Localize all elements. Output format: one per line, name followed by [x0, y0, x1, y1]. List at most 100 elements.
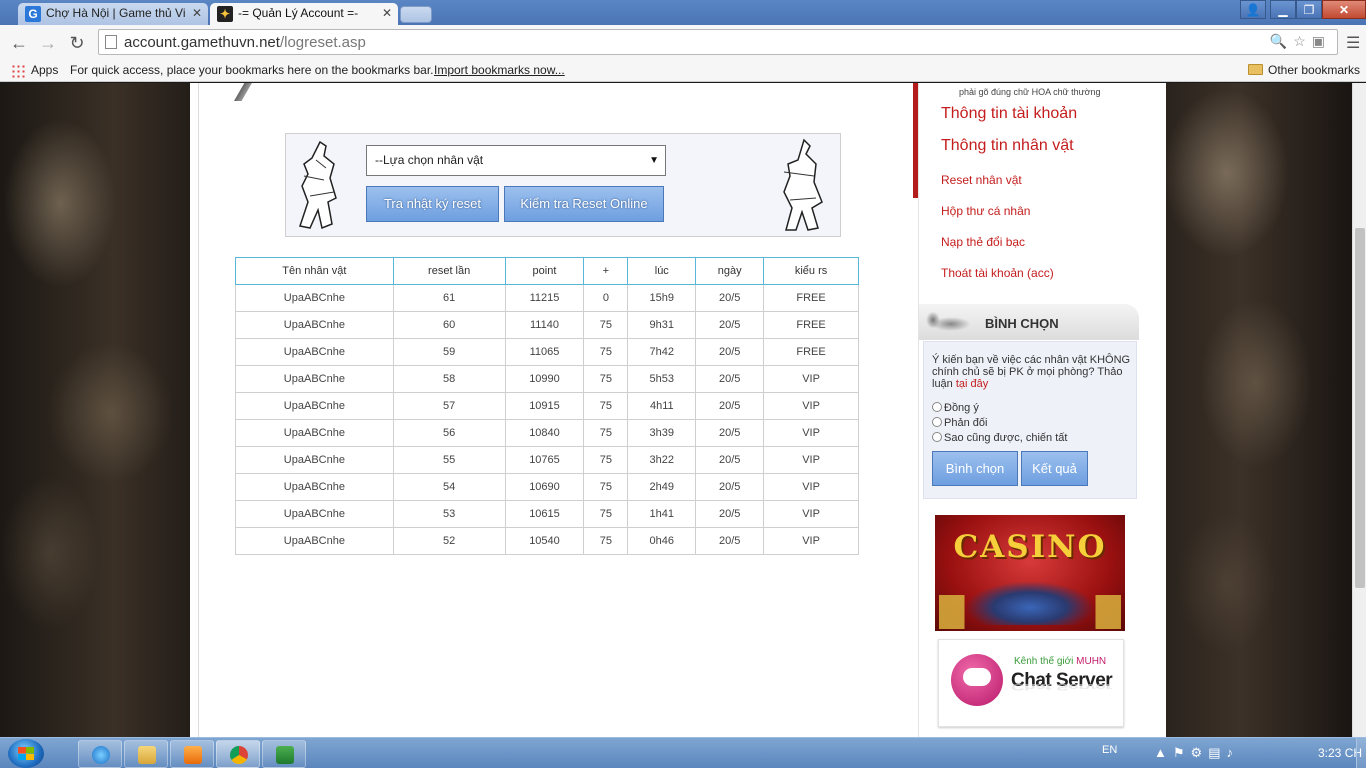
cell-reset-count: 55: [392, 446, 506, 474]
close-icon[interactable]: ✕: [382, 3, 392, 24]
logout-link[interactable]: Thoát tài khoản (acc): [941, 266, 1054, 280]
radio-button[interactable]: [932, 417, 942, 427]
col-header-name: Tên nhân vật: [235, 257, 394, 285]
cell-date: 20/5: [695, 392, 765, 420]
taskbar-excel[interactable]: [262, 740, 306, 768]
windows-taskbar: EN ▲⚑⚙▤♪ 3:23 CH: [0, 737, 1366, 768]
folder-icon: [1248, 64, 1263, 75]
tab-quan-ly-account[interactable]: ✦ -= Quản Lý Account =- ✕: [210, 3, 398, 25]
cell-reset-type: FREE: [763, 338, 859, 366]
account-info-link[interactable]: Thông tin tài khoản: [941, 105, 1077, 123]
col-header-time: lúc: [627, 257, 697, 285]
poll-option-whatever[interactable]: Sao cũng được, chiến tất: [932, 432, 1067, 444]
flag-icon[interactable]: ⚑: [1173, 745, 1191, 760]
minimize-button[interactable]: ▁: [1270, 0, 1296, 19]
apps-grid-icon[interactable]: [11, 64, 25, 78]
cell-plus: 75: [583, 365, 629, 393]
inbox-link[interactable]: Hộp thư cá nhân: [941, 204, 1030, 218]
tab-title: Chợ Hà Nội | Game thủ Vi: [46, 6, 186, 20]
character-info-link[interactable]: Thông tin nhân vật: [941, 137, 1074, 155]
poll-title: BÌNH CHỌN: [985, 316, 1059, 331]
input-language-indicator[interactable]: EN: [1102, 744, 1117, 756]
cell-time: 3h22: [627, 446, 697, 474]
table-header-row: Tên nhân vật reset lần point + lúc ngày …: [235, 257, 859, 285]
cell-name: UpaABCnhe: [235, 473, 394, 501]
poll-discussion-link[interactable]: tại đây: [956, 378, 988, 390]
maximize-button[interactable]: ❐: [1296, 0, 1322, 19]
cell-reset-type: VIP: [763, 419, 859, 447]
ie-icon: [92, 746, 110, 764]
vote-button[interactable]: Bình chọn: [932, 451, 1018, 486]
cell-point: 10840: [504, 419, 585, 447]
volume-icon[interactable]: ♪: [1226, 745, 1239, 760]
poll-results-button[interactable]: Kết quả: [1021, 451, 1088, 486]
menu-icon[interactable]: ☰: [1346, 33, 1360, 53]
radio-button[interactable]: [932, 402, 942, 412]
gear-icon[interactable]: ⚙: [1191, 745, 1209, 760]
character-select-panel: --Lựa chọn nhân vật ▼ Tra nhật ký reset …: [285, 133, 841, 237]
table-row: UpaABCnhe 56 10840 75 3h39 20/5 VIP: [235, 419, 859, 447]
check-reset-online-button[interactable]: Kiểm tra Reset Online: [504, 186, 664, 222]
cell-date: 20/5: [695, 419, 765, 447]
apps-link[interactable]: Apps: [31, 60, 58, 80]
user-icon[interactable]: 👤: [1240, 0, 1266, 19]
forward-icon[interactable]: →: [37, 32, 59, 54]
tab-title: -= Quản Lý Account =-: [238, 6, 359, 20]
cell-plus: 75: [583, 311, 629, 339]
cell-date: 20/5: [695, 500, 765, 528]
network-icon[interactable]: ▲: [1154, 745, 1173, 760]
translate-icon[interactable]: ▣: [1312, 33, 1331, 49]
dropdown-arrow-icon[interactable]: ▼: [649, 146, 659, 175]
game-favicon-icon: G: [25, 6, 41, 22]
cell-plus: 75: [583, 446, 629, 474]
cell-point: 11065: [504, 338, 585, 366]
taskbar-ie[interactable]: [78, 740, 122, 768]
import-bookmarks-link[interactable]: Import bookmarks now...: [434, 60, 565, 80]
show-desktop-button[interactable]: [1356, 738, 1366, 768]
mu-favicon-icon: ✦: [217, 6, 233, 22]
url-text[interactable]: account.gamethuvn.net/logreset.asp: [124, 34, 366, 51]
casino-banner[interactable]: CASINO: [935, 515, 1125, 631]
taskbar-media-player[interactable]: [170, 740, 214, 768]
radio-button[interactable]: [932, 432, 942, 442]
cell-name: UpaABCnhe: [235, 284, 394, 312]
tab-cho-ha-noi[interactable]: G Chợ Hà Nội | Game thủ Vi ✕: [18, 3, 208, 25]
table-row: UpaABCnhe 57 10915 75 4h11 20/5 VIP: [235, 392, 859, 420]
other-bookmarks-link[interactable]: Other bookmarks: [1268, 60, 1360, 80]
star-icon[interactable]: ☆: [1293, 33, 1312, 49]
taskbar-chrome[interactable]: [216, 740, 260, 768]
cell-date: 20/5: [695, 365, 765, 393]
main-column: --Lựa chọn nhân vật ▼ Tra nhật ký reset …: [198, 83, 914, 737]
view-reset-log-button[interactable]: Tra nhật ký reset: [366, 186, 499, 222]
table-row: UpaABCnhe 55 10765 75 3h22 20/5 VIP: [235, 446, 859, 474]
character-select[interactable]: --Lựa chọn nhân vật ▼: [366, 145, 666, 176]
scrollbar-thumb[interactable]: [1355, 228, 1365, 588]
table-row: UpaABCnhe 53 10615 75 1h41 20/5 VIP: [235, 500, 859, 528]
cell-point: 10915: [504, 392, 585, 420]
reset-character-link[interactable]: Reset nhân vật: [941, 173, 1022, 187]
cell-date: 20/5: [695, 284, 765, 312]
poll-question: Ý kiến bạn về việc các nhân vật KHÔNG ch…: [932, 354, 1131, 390]
close-icon[interactable]: ✕: [192, 3, 202, 24]
close-window-button[interactable]: ✕: [1322, 0, 1366, 19]
new-tab-button[interactable]: [400, 6, 432, 23]
poll-option-disagree[interactable]: Phản đối: [932, 417, 987, 429]
display-icon[interactable]: ▤: [1208, 745, 1226, 760]
reload-icon[interactable]: ↻: [66, 32, 88, 54]
sidebar: phải gõ đúng chữ HOA chữ thường Thông ti…: [918, 83, 1166, 737]
page-scrollbar[interactable]: [1352, 83, 1366, 737]
start-button[interactable]: [8, 739, 44, 768]
table-row: UpaABCnhe 54 10690 75 2h49 20/5 VIP: [235, 473, 859, 501]
zoom-icon[interactable]: 🔍: [1270, 33, 1293, 49]
taskbar-explorer[interactable]: [124, 740, 168, 768]
cell-reset-count: 60: [392, 311, 506, 339]
chat-server-banner[interactable]: Kênh thế giới MUHN Chat Server Chat Serv…: [938, 639, 1124, 727]
address-bar[interactable]: account.gamethuvn.net/logreset.asp 🔍☆▣: [98, 29, 1338, 55]
poll-option-agree[interactable]: Đồng ý: [932, 402, 979, 414]
cell-reset-count: 57: [392, 392, 506, 420]
back-icon[interactable]: ←: [8, 32, 30, 54]
card-topup-link[interactable]: Nạp thẻ đổi bạc: [941, 235, 1025, 249]
cell-point: 11140: [504, 311, 585, 339]
cell-date: 20/5: [695, 473, 765, 501]
cell-time: 4h11: [627, 392, 697, 420]
